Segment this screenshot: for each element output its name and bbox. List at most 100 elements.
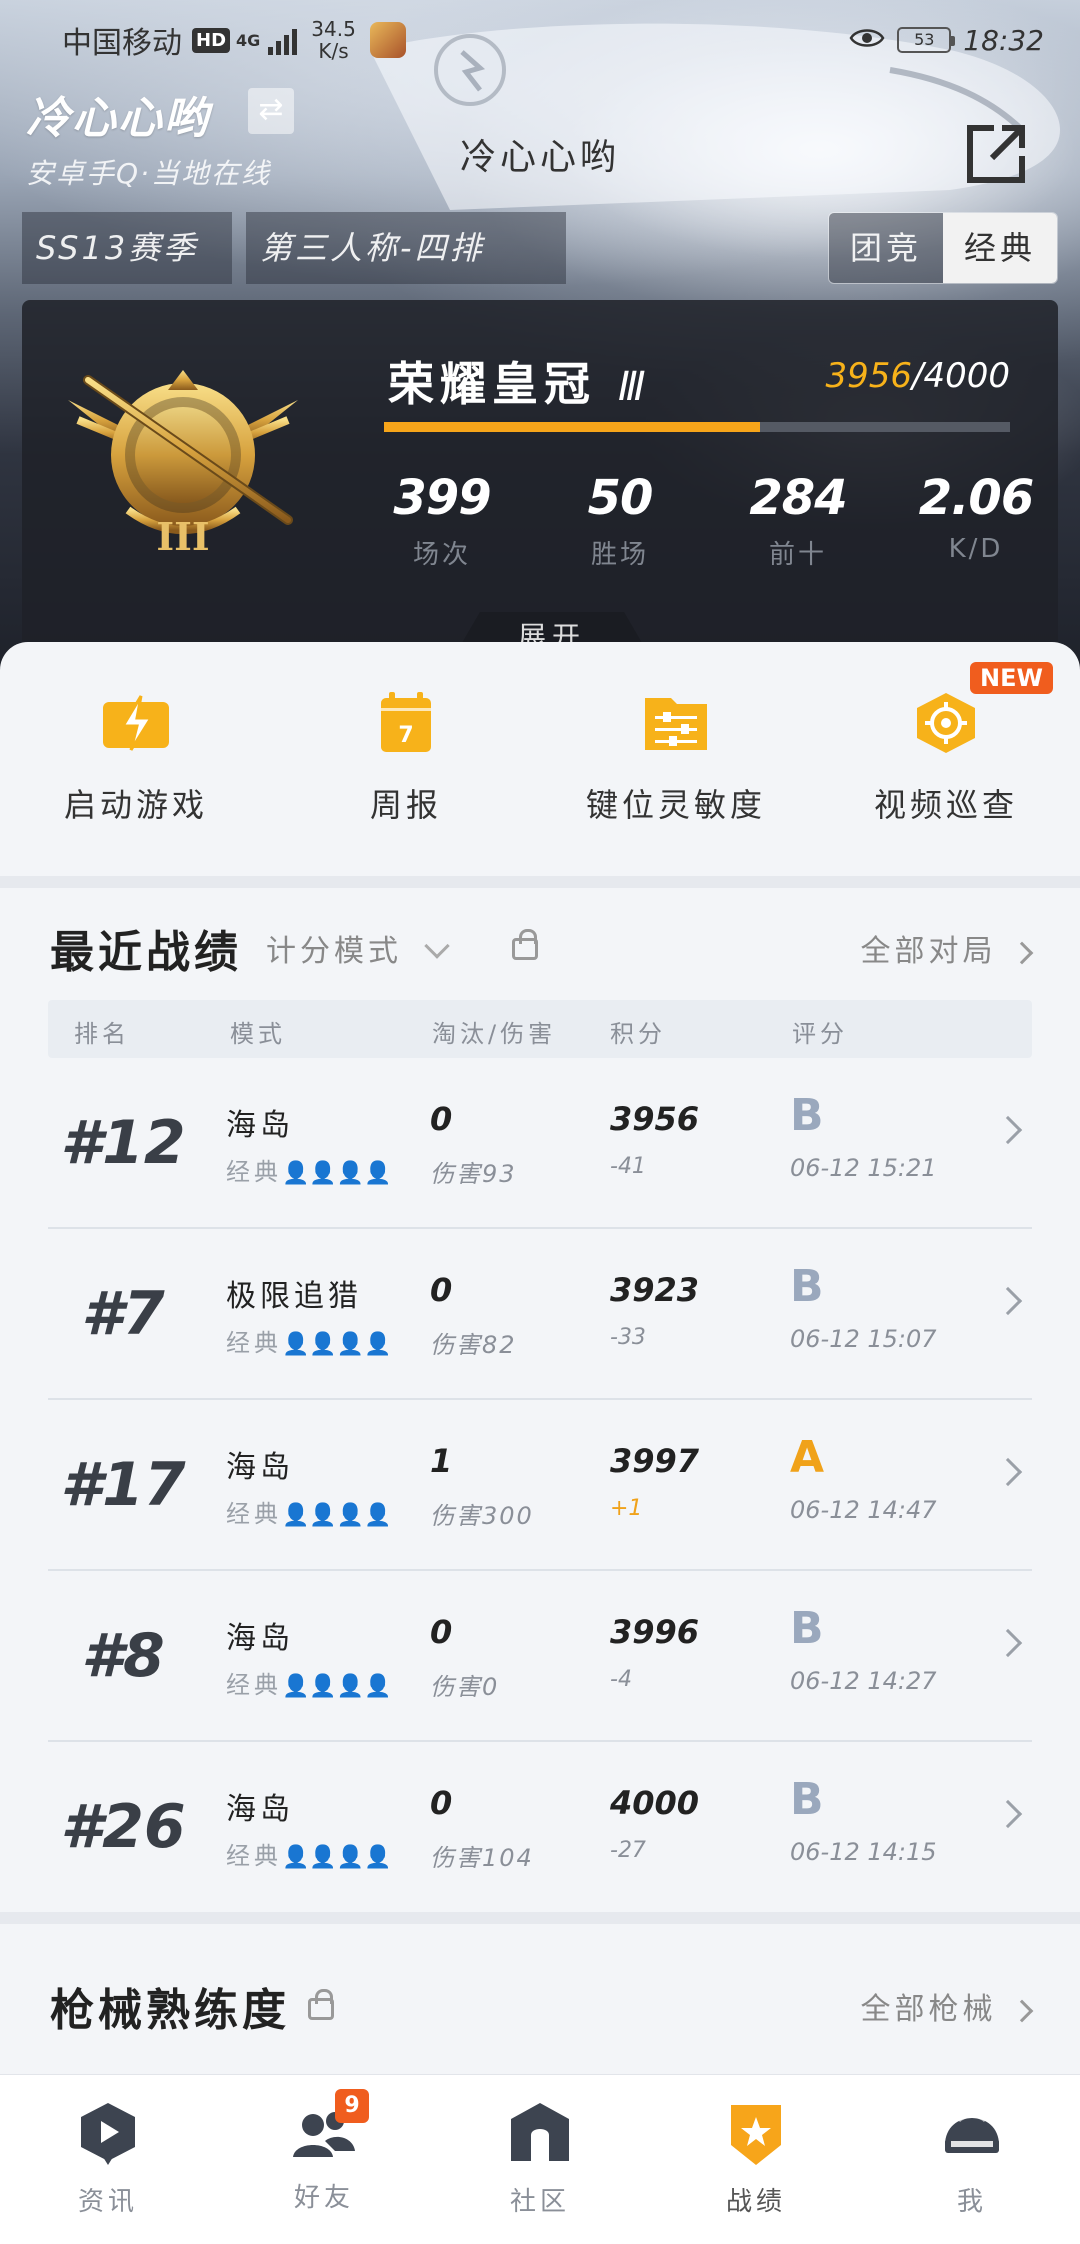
match-mode-label: 经典 [226,1158,282,1186]
nav-label: 战绩 [725,2187,786,2217]
squad-icon: 👤👤👤👤 [282,1332,392,1357]
match-row[interactable]: #8 海岛 经典👤👤👤👤 0 伤害0 3996 -4 B 06-12 14:27 [48,1571,1032,1742]
stat-value: 50 [587,470,654,526]
match-points: 3996 [610,1613,700,1651]
hd-badge: HD [192,27,231,53]
segment-team[interactable]: 团竞 [829,213,943,283]
svg-text:7: 7 [398,723,413,748]
match-damage: 伤害104 [430,1844,534,1872]
filter-bar: SS13赛季 第三人称-四排 团竞 经典 [22,212,1058,284]
share-icon[interactable] [964,122,1028,186]
squad-icon: 👤👤👤👤 [282,1845,392,1870]
match-row[interactable]: #17 海岛 经典👤👤👤👤 1 伤害300 3997 +1 A 06-12 14… [48,1400,1032,1571]
status-bar: 中国移动 HD 4G 34.5 K/s 53 18:32 [0,0,1080,80]
col-grade: 评分 [792,1020,848,1048]
new-badge: NEW [970,662,1053,694]
segment-classic[interactable]: 经典 [943,213,1057,283]
match-map: 海岛 [226,1621,294,1656]
season-selector[interactable]: SS13赛季 [22,212,232,284]
stat-value: 399 [393,470,491,526]
lightning-icon [103,695,169,751]
clock: 18:32 [963,23,1044,57]
signal-icon [268,25,298,55]
col-mode: 模式 [230,1020,286,1048]
match-grade: A [790,1432,825,1483]
mode-segment-control: 团竞 经典 [828,212,1058,284]
match-points-delta: +1 [610,1496,643,1521]
match-time: 06-12 14:47 [790,1496,937,1524]
community-house-icon [511,2103,569,2161]
page-title: 冷心心哟 [459,137,620,178]
speed-value: 34.5 [311,17,356,41]
match-points: 4000 [610,1784,700,1822]
rank-progress-fill [384,422,760,432]
match-mode: 经典👤👤👤👤 [226,1494,392,1529]
mode-selector[interactable]: 第三人称-四排 [246,212,566,284]
match-points-delta: -33 [610,1325,646,1350]
all-weapons-label: 全部枪械 [860,1992,997,2027]
stat-label: 场次 [412,540,471,570]
match-row[interactable]: #26 海岛 经典👤👤👤👤 0 伤害104 4000 -27 B 06-12 1… [48,1742,1032,1913]
all-matches-label: 全部对局 [860,934,997,969]
squad-icon: 👤👤👤👤 [282,1161,392,1186]
quick-launch-game[interactable]: 启动游戏 [26,692,246,826]
match-row[interactable]: #7 极限追猎 经典👤👤👤👤 0 伤害82 3923 -33 B 06-12 1… [48,1229,1032,1400]
match-map: 海岛 [226,1108,294,1143]
match-damage: 伤害0 [430,1673,500,1701]
match-mode-label: 经典 [226,1329,282,1357]
score-current: 3956 [825,356,913,396]
rank-name: 荣耀皇冠 Ⅲ [388,348,646,414]
section-divider [0,1912,1080,1924]
squad-icon: 👤👤👤👤 [282,1674,392,1699]
calendar-icon: 7 [381,692,431,752]
rank-stats: 399 场次 50 胜场 284 前十 2.06 K/D [362,470,1042,590]
match-map: 海岛 [226,1450,294,1485]
all-weapons-link[interactable]: 全部枪械 [860,1984,1034,2028]
carrier-name: 中国移动 [62,26,182,61]
match-points-delta: -27 [610,1838,646,1863]
quick-video-patrol[interactable]: 视频巡查 [836,692,1056,826]
quick-label: 周报 [369,786,442,824]
quick-label: 键位灵敏度 [585,786,766,824]
chevron-right-icon [1010,941,1034,965]
rank-card: III 荣耀皇冠 Ⅲ 3956/4000 399 场次 50 胜场 284 前十… [22,300,1058,660]
score-mode-label: 计分模式 [266,934,402,969]
stat-matches: 399 场次 [362,470,522,571]
stat-label: 胜场 [590,540,649,570]
stat-value: 284 [749,470,847,526]
nav-records[interactable]: 战绩 [666,2101,846,2218]
stat-kd: 2.06 K/D [896,470,1056,564]
matches-table-header: 排名 模式 淘汰/伤害 积分 评分 [48,1000,1032,1058]
rank-progress-bar [384,422,1010,432]
match-kills: 1 [430,1442,453,1480]
network-speed: 34.5 K/s [311,18,356,62]
recent-title: 最近战绩 [50,927,242,978]
weapons-header: 枪械熟练度 全部枪械 [50,1974,1034,2036]
match-damage: 伤害82 [430,1331,517,1359]
section-divider [0,876,1080,888]
match-time: 06-12 14:27 [790,1667,937,1695]
bottom-nav: 资讯 9 好友 社区 战绩 我 [0,2074,1080,2244]
match-kills: 0 [430,1613,453,1651]
score-mode-dropdown[interactable]: 计分模式 [266,926,450,970]
nav-label: 资讯 [77,2187,138,2217]
nav-me[interactable]: 我 [882,2101,1062,2218]
match-grade: B [790,1261,824,1312]
nav-friends[interactable]: 9 好友 [234,2089,414,2214]
match-kills: 0 [430,1271,453,1309]
chevron-right-icon [993,1628,1023,1658]
weapons-title: 枪械熟练度 [50,1985,290,2036]
target-icon [917,693,975,753]
quick-weekly-report[interactable]: 7 周报 [296,692,516,826]
match-row[interactable]: #12 海岛 经典👤👤👤👤 0 伤害93 3956 -41 B 06-12 15… [48,1058,1032,1229]
match-points: 3956 [610,1100,700,1138]
quick-key-sensitivity[interactable]: 键位灵敏度 [566,692,786,826]
all-matches-link[interactable]: 全部对局 [860,926,1034,970]
chevron-right-icon [993,1286,1023,1316]
nav-news[interactable]: 资讯 [18,2101,198,2218]
nav-community[interactable]: 社区 [450,2101,630,2218]
match-mode: 经典👤👤👤👤 [226,1665,392,1700]
stat-label: 前十 [768,540,827,570]
quick-actions: 启动游戏 7 周报 键位灵敏度 视频巡查 [0,642,1080,872]
match-mode: 经典👤👤👤👤 [226,1323,392,1358]
